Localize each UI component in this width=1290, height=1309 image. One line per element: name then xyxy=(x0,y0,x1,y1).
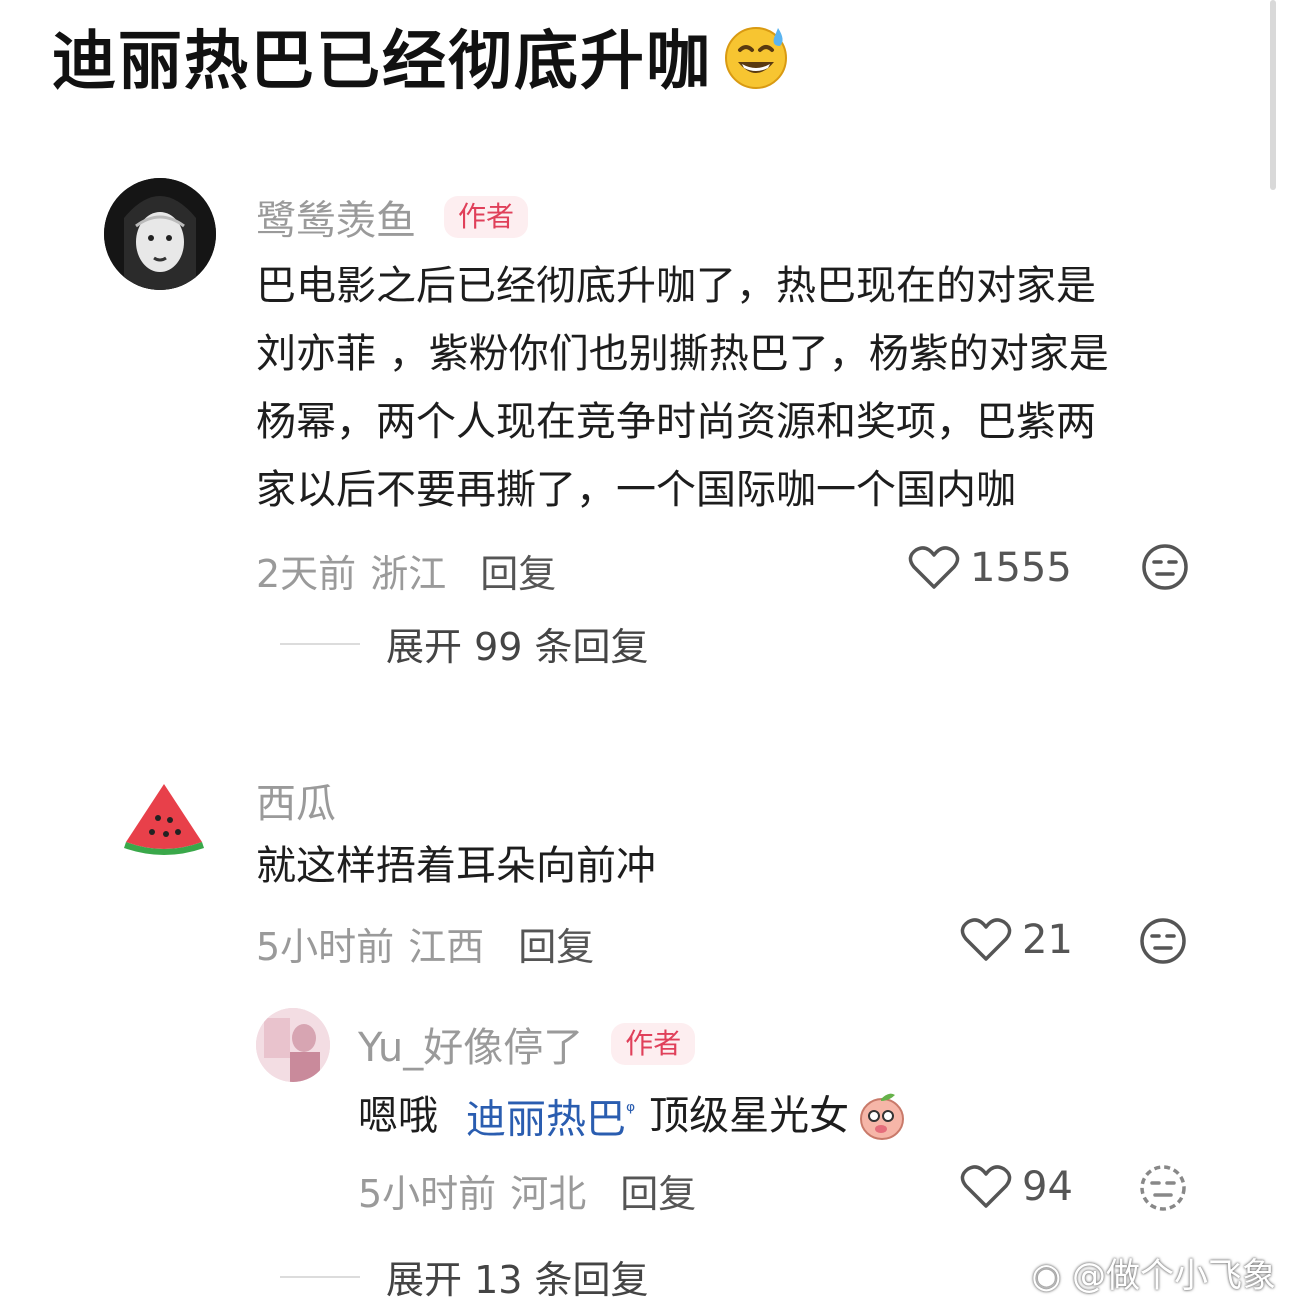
avatar-photo-icon xyxy=(256,1008,330,1082)
comment-meta: 5小时前 河北 回复 xyxy=(358,1163,696,1218)
dislike-face-icon[interactable] xyxy=(1140,542,1190,592)
comment-text-line: 家以后不要再撕了，一个国际咖一个国内咖 xyxy=(256,467,1016,513)
reply-button[interactable]: 回复 xyxy=(620,1163,696,1218)
username[interactable]: 鹭鸶羡鱼 xyxy=(256,188,416,246)
mention-search-mark: ᵠ xyxy=(626,1099,636,1124)
comment-time: 5小时前 xyxy=(256,925,395,969)
comment-text-line: 巴电影之后已经彻底升咖了，热巴现在的对家是 xyxy=(256,263,1096,309)
weibo-watermark: ◉ @做个小飞象 xyxy=(1032,1248,1276,1297)
comment-header: 西瓜 xyxy=(256,771,336,829)
username[interactable]: Yu_好像停了 xyxy=(358,1015,583,1073)
expand-replies-button[interactable]: 展开 13 条回复 xyxy=(280,1249,649,1304)
like-button[interactable]: 1555 xyxy=(908,545,1072,591)
username[interactable]: 西瓜 xyxy=(256,771,336,829)
comment-time: 2天前 xyxy=(256,552,357,596)
comment-location: 浙江 xyxy=(370,552,447,596)
comment-location: 江西 xyxy=(408,925,485,969)
avatar[interactable] xyxy=(108,762,220,874)
reply-button[interactable]: 回复 xyxy=(480,543,556,598)
expand-replies-label: 展开 99 条回复 xyxy=(386,625,649,669)
like-count: 1555 xyxy=(970,545,1072,591)
dislike-face-icon[interactable] xyxy=(1138,1163,1188,1213)
comment-header: 鹭鸶羡鱼 作者 xyxy=(256,188,529,246)
sweat-smile-emoji-icon xyxy=(725,27,787,89)
avatar-portrait-icon xyxy=(104,178,216,290)
watermelon-icon xyxy=(124,784,204,855)
reply-button[interactable]: 回复 xyxy=(518,916,594,971)
author-badge: 作者 xyxy=(611,1023,696,1065)
comment-text: 嗯哦 迪丽热巴ᵠ 顶级星光女 xyxy=(358,1078,909,1153)
comment-meta: 2天前 浙江 回复 xyxy=(256,543,556,598)
comment-suffix: 顶级星光女 xyxy=(649,1092,850,1139)
divider-line xyxy=(280,642,360,645)
scrollbar[interactable] xyxy=(1270,0,1276,190)
expand-replies-button[interactable]: 展开 99 条回复 xyxy=(280,616,649,671)
comment-prefix: 嗯哦 xyxy=(358,1092,438,1139)
heart-icon xyxy=(960,918,1012,961)
post-title: 迪丽热巴已经彻底升咖 xyxy=(52,10,792,102)
comment-text-line: 刘亦菲 ，紫粉你们也别撕热巴了，杨紫的对家是 xyxy=(256,331,1109,377)
heart-icon xyxy=(908,546,960,589)
like-count: 94 xyxy=(1022,1164,1073,1210)
like-count: 21 xyxy=(1022,917,1073,963)
avatar[interactable] xyxy=(256,1008,330,1082)
avatar[interactable] xyxy=(104,178,216,290)
weibo-logo-icon: ◉ xyxy=(1031,1256,1062,1296)
comment-time: 5小时前 xyxy=(358,1172,497,1216)
expand-replies-label: 展开 13 条回复 xyxy=(386,1258,649,1302)
comment-text: 就这样捂着耳朵向前冲 xyxy=(256,832,656,900)
like-button[interactable]: 94 xyxy=(960,1164,1073,1210)
divider-line xyxy=(280,1275,360,1278)
comment-header: Yu_好像停了 作者 xyxy=(358,1015,696,1073)
watermark-text: @做个小飞象 xyxy=(1072,1256,1276,1296)
mention-name: 迪丽热巴 xyxy=(466,1096,626,1143)
author-badge: 作者 xyxy=(444,196,529,238)
comment-meta: 5小时前 江西 回复 xyxy=(256,916,594,971)
post-title-text: 迪丽热巴已经彻底升咖 xyxy=(52,25,712,99)
comment-text-line: 就这样捂着耳朵向前冲 xyxy=(256,843,656,889)
like-button[interactable]: 21 xyxy=(960,917,1073,963)
comment-location: 河北 xyxy=(510,1172,587,1216)
heart-icon xyxy=(960,1165,1012,1208)
mention-link[interactable]: 迪丽热巴ᵠ xyxy=(466,1078,635,1153)
comment-text: 巴电影之后已经彻底升咖了，热巴现在的对家是 刘亦菲 ，紫粉你们也别撕热巴了，杨紫… xyxy=(256,252,1109,524)
peach-sticker-icon xyxy=(860,1093,905,1140)
dislike-face-icon[interactable] xyxy=(1138,916,1188,966)
comment-text-line: 杨幂，两个人现在竞争时尚资源和奖项，巴紫两 xyxy=(256,399,1096,445)
